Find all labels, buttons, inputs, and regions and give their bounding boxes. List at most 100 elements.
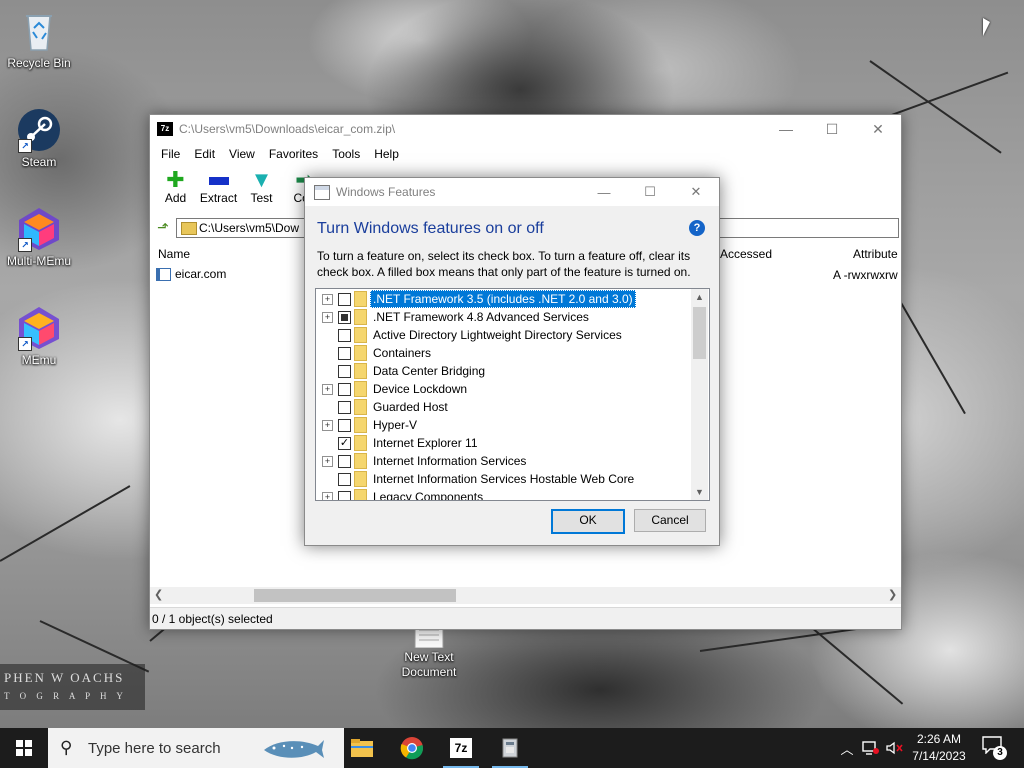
menu-file[interactable]: File <box>154 147 187 161</box>
desktop-icon-new-text-document[interactable]: New Text Document <box>391 623 467 680</box>
start-button[interactable] <box>0 728 48 768</box>
folder-icon <box>354 309 367 325</box>
feature-checkbox[interactable] <box>338 472 351 486</box>
desktop-icon-multi-memu[interactable]: ↗ Multi-MEmu <box>1 206 77 268</box>
desktop-icon-label: Multi-MEmu <box>6 254 71 268</box>
extract-button[interactable]: Extract <box>197 169 240 205</box>
dialog-maximize-button[interactable]: ☐ <box>627 178 673 206</box>
feature-row[interactable]: + Device Lockdown <box>316 380 691 398</box>
desktop-icon-memu[interactable]: ↗ MEmu <box>1 305 77 367</box>
add-button-label: Add <box>164 191 187 205</box>
feature-checkbox[interactable] <box>338 400 351 414</box>
minimize-button[interactable]: — <box>763 115 809 143</box>
feature-checkbox[interactable] <box>338 292 351 306</box>
feature-row[interactable]: + .NET Framework 4.8 Advanced Services <box>316 308 691 326</box>
feature-row[interactable]: Internet Information Services Hostable W… <box>316 470 691 488</box>
scrollbar-thumb[interactable] <box>254 589 456 602</box>
scroll-down-icon[interactable]: ▼ <box>695 487 704 497</box>
watermark-line-1: PHEN W OACHS <box>4 670 125 685</box>
expand-plus-icon[interactable]: + <box>322 383 333 395</box>
scroll-left-icon[interactable]: ❮ <box>154 588 163 601</box>
feature-checkbox[interactable]: ✓ <box>338 436 351 450</box>
taskbar-windows-features[interactable] <box>486 728 534 768</box>
feature-checkbox[interactable] <box>338 490 351 500</box>
feature-checkbox[interactable] <box>338 364 351 378</box>
menu-view[interactable]: View <box>222 147 262 161</box>
taskbar-search-box[interactable]: ⚲ Type here to search <box>48 728 344 768</box>
expand-plus-icon[interactable]: + <box>322 419 333 431</box>
mouse-cursor-icon <box>983 18 990 36</box>
desktop-icon-recycle-bin[interactable]: Recycle Bin <box>1 8 77 70</box>
watermark-line-2: T O G R A P H Y <box>4 691 127 701</box>
memu-icon: ↗ <box>16 305 62 351</box>
dialog-titlebar[interactable]: Windows Features — ☐ ✕ <box>305 178 719 206</box>
scrollbar-thumb[interactable] <box>693 307 706 359</box>
expand-plus-icon[interactable]: + <box>322 293 333 305</box>
expand-plus-icon[interactable]: + <box>322 455 333 467</box>
folder-icon <box>181 222 197 235</box>
cancel-button[interactable]: Cancel <box>634 509 706 532</box>
vertical-scrollbar[interactable]: ▲ ▼ <box>691 289 708 500</box>
feature-checkbox[interactable] <box>338 418 351 432</box>
action-center-button[interactable]: 3 <box>982 736 1007 760</box>
menu-tools[interactable]: Tools <box>325 147 367 161</box>
feature-row[interactable]: Data Center Bridging <box>316 362 691 380</box>
7zip-app-icon: 7z <box>157 122 173 136</box>
feature-row[interactable]: Active Directory Lightweight Directory S… <box>316 326 691 344</box>
desktop-icon-label: New Text Document <box>401 650 457 679</box>
taskbar-chrome[interactable] <box>388 728 436 768</box>
folder-up-icon[interactable]: ⬏ <box>154 219 172 237</box>
menu-help[interactable]: Help <box>367 147 406 161</box>
dialog-minimize-button[interactable]: — <box>581 178 627 206</box>
feature-row[interactable]: + Hyper-V <box>316 416 691 434</box>
folder-icon <box>354 471 367 487</box>
expand-plus-icon[interactable]: + <box>322 311 333 323</box>
taskbar-file-explorer[interactable] <box>338 728 386 768</box>
table-row[interactable]: eicar.com <box>156 267 226 281</box>
expand-plus-icon[interactable]: + <box>322 491 333 500</box>
column-accessed[interactable]: Accessed <box>720 247 772 261</box>
maximize-button[interactable]: ☐ <box>809 115 855 143</box>
feature-row[interactable]: + .NET Framework 3.5 (includes .NET 2.0 a… <box>316 290 691 308</box>
desktop-icon-steam[interactable]: ↗ Steam <box>1 107 77 169</box>
minimize-icon: — <box>597 184 611 200</box>
feature-checkbox[interactable] <box>338 454 351 468</box>
show-hidden-icons-button[interactable]: ︿ <box>838 728 856 768</box>
menu-edit[interactable]: Edit <box>187 147 222 161</box>
dialog-close-button[interactable]: ✕ <box>673 178 719 206</box>
extract-button-label: Extract <box>199 191 238 205</box>
volume-tray-button[interactable] <box>884 728 904 768</box>
feature-checkbox[interactable] <box>338 346 351 360</box>
feature-row[interactable]: + Legacy Components <box>316 488 691 500</box>
dialog-description: To turn a feature on, select its check b… <box>317 249 691 279</box>
scroll-up-icon[interactable]: ▲ <box>695 292 704 302</box>
feature-row[interactable]: Guarded Host <box>316 398 691 416</box>
feature-checkbox[interactable] <box>338 382 351 396</box>
notification-badge: 3 <box>993 746 1007 760</box>
extract-icon <box>197 169 240 191</box>
folder-icon <box>354 327 367 343</box>
shortcut-arrow-icon: ↗ <box>18 337 32 351</box>
column-name[interactable]: Name <box>158 247 190 261</box>
feature-row[interactable]: ✓ Internet Explorer 11 <box>316 434 691 452</box>
taskbar-clock[interactable]: 2:26 AM 7/14/2023 <box>906 731 972 765</box>
feature-checkbox[interactable] <box>338 310 351 324</box>
feature-label: .NET Framework 3.5 (includes .NET 2.0 an… <box>370 290 636 308</box>
7zip-menubar: File Edit View Favorites Tools Help <box>150 143 901 165</box>
taskbar-7zip[interactable]: 7z <box>437 728 485 768</box>
close-button[interactable]: ✕ <box>855 115 901 143</box>
test-button[interactable]: ▼ Test <box>240 169 283 206</box>
feature-checkbox[interactable] <box>338 328 351 342</box>
menu-favorites[interactable]: Favorites <box>262 147 325 161</box>
column-attributes[interactable]: Attribute <box>853 247 898 261</box>
feature-row[interactable]: Containers <box>316 344 691 362</box>
add-button[interactable]: ✚ Add <box>154 169 197 206</box>
ok-button[interactable]: OK <box>551 509 625 534</box>
scroll-right-icon[interactable]: ❯ <box>888 588 897 601</box>
feature-row[interactable]: + Internet Information Services <box>316 452 691 470</box>
horizontal-scrollbar[interactable]: ❮ ❯ <box>150 587 901 604</box>
network-tray-button[interactable] <box>860 728 882 768</box>
7zip-titlebar[interactable]: 7z C:\Users\vm5\Downloads\eicar_com.zip\… <box>150 115 901 143</box>
help-icon[interactable]: ? <box>689 220 705 236</box>
photographer-watermark: PHEN W OACHS T O G R A P H Y <box>0 664 145 710</box>
